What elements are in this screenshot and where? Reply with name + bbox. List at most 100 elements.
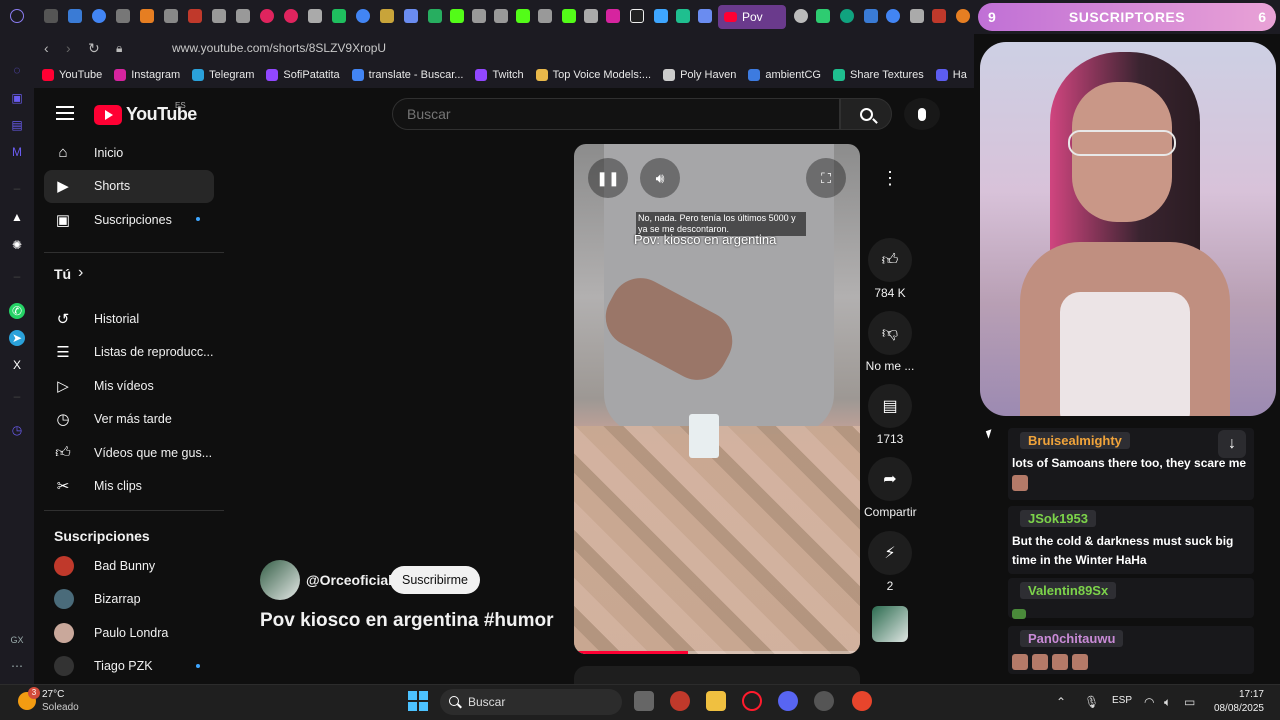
share-button[interactable]: ➦ Compartir — [864, 457, 917, 519]
fullscreen-button[interactable]: ⛶ — [806, 158, 846, 198]
tab-icon[interactable] — [332, 9, 346, 23]
tab-icon[interactable] — [584, 9, 598, 23]
file-explorer-icon[interactable] — [706, 691, 726, 711]
guide-item[interactable]: ◷ Ver más tarde — [44, 403, 214, 436]
tab-icon[interactable] — [236, 9, 250, 23]
sidebar-app-icon[interactable]: ◌ — [9, 62, 25, 78]
tiktok-tab-icon[interactable] — [630, 9, 644, 23]
sidebar-app-icon[interactable]: M — [9, 144, 25, 160]
sidebar-app-icon[interactable]: ▣ — [9, 90, 25, 106]
google-tab-icon[interactable] — [356, 9, 370, 23]
guide-item[interactable]: 👍︎ Vídeos que me gus... — [44, 436, 214, 469]
search-button[interactable] — [840, 98, 892, 130]
guide-section-you[interactable]: Tú — [54, 266, 71, 282]
tab-icon[interactable] — [308, 9, 322, 23]
tab-icon[interactable] — [956, 9, 970, 23]
subscription-item[interactable]: Bizarrap — [44, 583, 214, 616]
weather-temperature[interactable]: 27°C — [42, 689, 64, 700]
tab-icon[interactable] — [164, 9, 178, 23]
google-tab-icon[interactable] — [92, 9, 106, 23]
tab-icon[interactable] — [538, 9, 552, 23]
tab-icon[interactable] — [676, 9, 690, 23]
channel-name[interactable]: @Orceoficial — [306, 572, 392, 588]
tab-icon[interactable] — [494, 9, 508, 23]
kick-tab-icon[interactable] — [562, 9, 576, 23]
tab-icon[interactable] — [864, 9, 878, 23]
kick-tab-icon[interactable] — [450, 9, 464, 23]
chat-username[interactable]: Valentin89Sx — [1020, 582, 1117, 599]
clock-time[interactable]: 17:17 — [1212, 689, 1264, 700]
guide-item[interactable]: ▷ Mis vídeos — [44, 369, 214, 402]
chevron-up-icon[interactable]: ⌃ — [1056, 695, 1066, 709]
subscribe-button[interactable]: Suscribirme — [390, 566, 480, 594]
forward-icon[interactable]: › — [66, 40, 71, 56]
tab-icon[interactable] — [116, 9, 130, 23]
discord-icon[interactable] — [778, 691, 798, 711]
google-tab-icon[interactable] — [886, 9, 900, 23]
opera-gx-icon[interactable] — [742, 691, 762, 711]
dislike-button[interactable]: 👎︎ No me ... — [864, 311, 916, 373]
tab-icon[interactable] — [698, 9, 712, 23]
wifi-icon[interactable]: ◠ — [1144, 695, 1154, 709]
bookmark-item[interactable]: Share Textures — [832, 69, 924, 81]
gx-icon[interactable]: GX — [9, 632, 25, 648]
scroll-down-icon[interactable]: ↓ — [1218, 430, 1246, 458]
tab-icon[interactable] — [910, 9, 924, 23]
battery-icon[interactable]: ▭ — [1184, 695, 1195, 709]
channel-avatar[interactable] — [260, 560, 300, 600]
bookmark-item[interactable]: Twitch — [475, 69, 524, 81]
short-player[interactable]: ❚❚ 🔊︎ ⛶ No, nada. Pero tenía los últimos… — [574, 144, 860, 654]
subscription-item[interactable]: Tiago PZK — [44, 650, 214, 683]
task-view-icon[interactable] — [634, 691, 654, 711]
bookmark-item[interactable]: translate - Buscar... — [351, 69, 463, 81]
chatgpt-icon[interactable]: ✺ — [9, 237, 25, 253]
tab-icon[interactable] — [816, 9, 830, 23]
progress-bar[interactable] — [574, 651, 860, 654]
clock-date[interactable]: 08/08/2025 — [1200, 703, 1264, 714]
voice-search-button[interactable] — [904, 98, 940, 130]
pause-button[interactable]: ❚❚ — [588, 158, 628, 198]
instagram-tab-icon[interactable] — [606, 9, 620, 23]
start-button[interactable] — [408, 691, 428, 711]
more-icon[interactable]: ⋯ — [9, 658, 25, 674]
guide-item[interactable]: ✂ Mis clips — [44, 470, 214, 503]
kick-tab-icon[interactable] — [516, 9, 530, 23]
tab-icon[interactable] — [188, 9, 202, 23]
tab-icon[interactable] — [404, 9, 418, 23]
history-clock-icon[interactable]: ◷ — [9, 422, 25, 438]
url-field[interactable]: www.youtube.com/shorts/8SLZV9XropU — [172, 41, 386, 55]
more-options-button[interactable]: ⋮ — [870, 158, 910, 198]
app-icon[interactable] — [814, 691, 834, 711]
gmail-tab-icon[interactable] — [932, 9, 946, 23]
bookmark-item[interactable]: ambientCG — [748, 69, 821, 81]
telegram-icon[interactable]: ➤ — [9, 330, 25, 346]
speaker-icon[interactable]: 🔈︎ — [1164, 695, 1171, 710]
sidebar-app-icon[interactable]: ▲ — [9, 209, 25, 225]
tab-icon[interactable] — [654, 9, 668, 23]
taskbar-search[interactable]: Buscar — [440, 689, 622, 715]
tab-icon[interactable] — [212, 9, 226, 23]
bookmark-item[interactable]: Top Voice Models:... — [535, 69, 651, 81]
like-button[interactable]: 👍︎ 784 K — [864, 238, 916, 300]
tab-icon[interactable] — [380, 9, 394, 23]
guide-item[interactable]: ☰ Listas de reproducc... — [44, 336, 214, 369]
tab-icon[interactable] — [140, 9, 154, 23]
tab-icon[interactable] — [68, 9, 82, 23]
remix-button[interactable]: ⚡︎ 2 — [864, 531, 916, 593]
subscription-item[interactable]: Bad Bunny — [44, 549, 214, 582]
tab-icon[interactable] — [428, 9, 442, 23]
guide-item[interactable]: ▣ Suscripciones — [44, 203, 214, 236]
tab-icon[interactable] — [44, 9, 58, 23]
tab-icon[interactable] — [260, 9, 274, 23]
weather-condition[interactable]: Soleado — [42, 702, 79, 713]
next-short-preview[interactable] — [574, 666, 860, 684]
tab-icon[interactable] — [794, 9, 808, 23]
subscription-item[interactable]: Paulo Londra — [44, 616, 214, 649]
bookmark-item[interactable]: SofiPatatita — [266, 69, 340, 81]
guide-item[interactable]: ▶ Shorts — [44, 169, 214, 203]
guide-item[interactable]: ⌂ Inicio — [44, 136, 214, 169]
x-icon[interactable]: X — [9, 357, 25, 373]
chat-username[interactable]: JSok1953 — [1020, 510, 1096, 527]
tab-icon[interactable] — [284, 9, 298, 23]
volume-button[interactable]: 🔊︎ — [640, 158, 680, 198]
